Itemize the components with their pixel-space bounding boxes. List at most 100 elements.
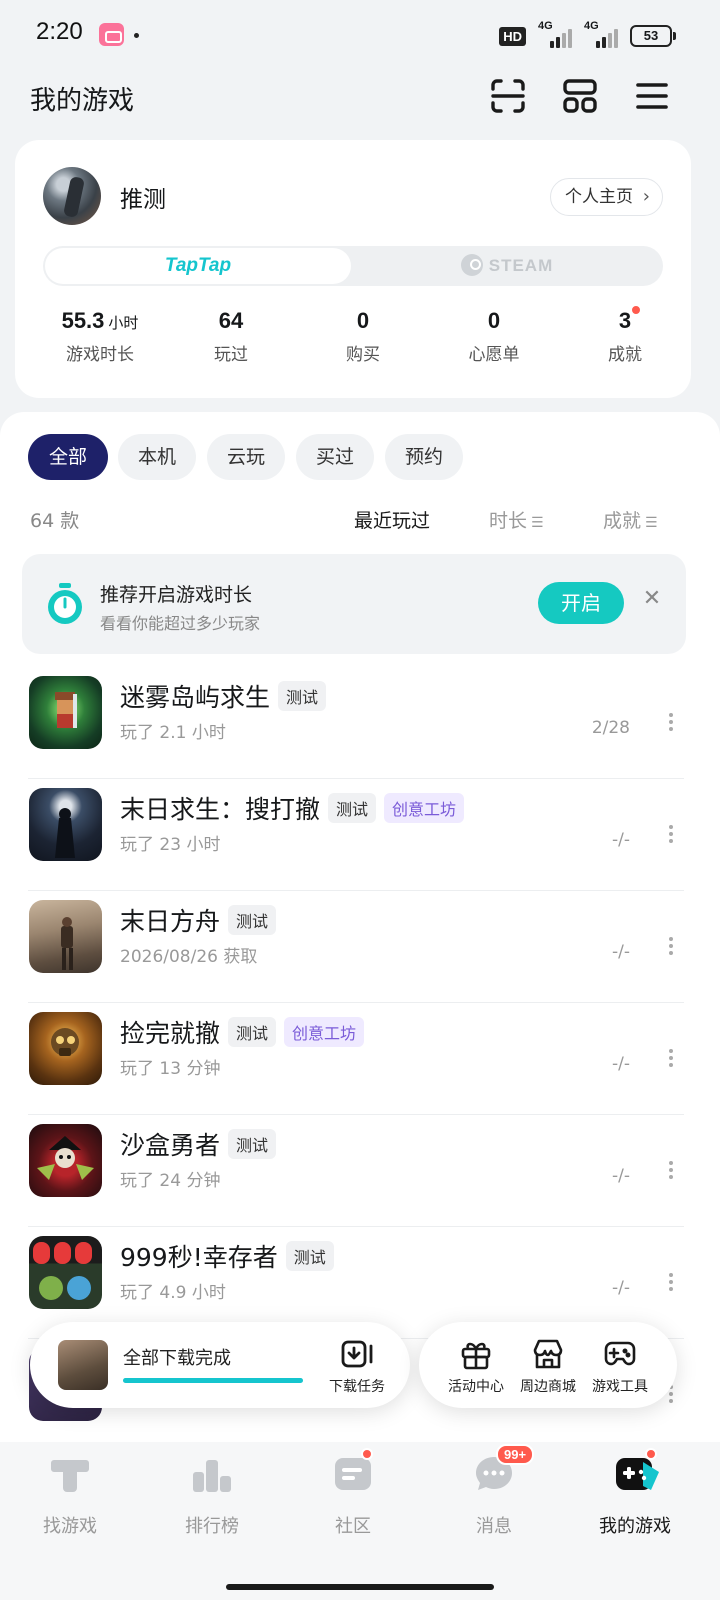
home-indicator[interactable] (226, 1584, 494, 1590)
stat-playtime[interactable]: 55.3 小时 游戏时长 (35, 308, 165, 365)
test-tag: 测试 (228, 1017, 277, 1047)
download-game-thumbnail (58, 1340, 108, 1390)
game-title: 迷雾岛屿求生 测试 (120, 678, 327, 714)
avatar[interactable] (43, 167, 101, 225)
my-games-icon (613, 1448, 659, 1496)
menu-icon[interactable] (632, 76, 672, 116)
platform-switch: TapTap STEAM (43, 246, 663, 286)
more-options-icon[interactable] (667, 1270, 675, 1294)
close-icon[interactable]: ✕ (637, 586, 667, 611)
more-options-icon[interactable] (667, 1046, 675, 1070)
game-icon (29, 1012, 102, 1085)
signal-1-icon: 4G (538, 20, 572, 48)
nav-messages[interactable]: 99+ 消息 (434, 1444, 554, 1538)
more-options-icon[interactable] (667, 710, 675, 734)
battery-icon: 53 (630, 25, 676, 47)
tab-taptap[interactable]: TapTap (45, 248, 351, 284)
game-title: 末日方舟 测试 (120, 902, 277, 938)
stat-value: 0 (356, 308, 370, 333)
filter-reserved[interactable]: 预约 (385, 434, 463, 480)
game-row[interactable]: 捡完就撤 测试 创意工坊 玩了 13 分钟 -/- (0, 1002, 720, 1115)
sort-icon: ☰ (531, 515, 544, 531)
stat-achievements[interactable]: 3 成就 (560, 304, 690, 365)
game-acquired-date: 2026/08/26 获取 (120, 947, 258, 967)
nav-community[interactable]: 社区 (293, 1448, 413, 1538)
game-row[interactable]: 迷雾岛屿求生 测试 玩了 2.1 小时 2/28 (0, 666, 720, 779)
game-name: 末日求生：搜打撤 (120, 795, 321, 824)
sort-achievement-label: 成就 (603, 510, 642, 532)
download-status-bar[interactable]: 全部下载完成 下载任务 (30, 1322, 410, 1408)
more-options-icon[interactable] (667, 1158, 675, 1182)
stat-label: 游戏时长 (66, 345, 134, 365)
game-name: 末日方舟 (120, 907, 221, 936)
game-title: 沙盒勇者 测试 (120, 1126, 277, 1162)
game-icon (29, 676, 102, 749)
layout-grid-icon[interactable] (560, 76, 600, 116)
stat-wishlist[interactable]: 0 心愿单 (429, 308, 559, 365)
banner-title: 推荐开启游戏时长 (100, 584, 253, 606)
filter-cloud[interactable]: 云玩 (207, 434, 285, 480)
game-row[interactable]: 末日方舟 测试 2026/08/26 获取 -/- (0, 890, 720, 1003)
tab-steam[interactable]: STEAM (353, 248, 661, 284)
game-tools-button[interactable]: 游戏工具 (585, 1338, 655, 1396)
game-playtime: 玩了 13 分钟 (120, 1059, 221, 1079)
download-tasks-button[interactable]: 下载任务 (322, 1338, 392, 1396)
sort-duration[interactable]: 时长 ☰ (489, 506, 544, 533)
stat-purchased[interactable]: 0 购买 (298, 308, 428, 365)
game-icon (29, 1124, 102, 1197)
stat-label: 购买 (346, 345, 380, 365)
achievement-red-dot (630, 304, 642, 316)
stat-unit: 小时 (108, 315, 139, 332)
homepage-button[interactable]: 个人主页 › (550, 178, 663, 216)
steam-icon (460, 254, 483, 276)
download-progress-bar (123, 1378, 303, 1383)
game-name: 迷雾岛屿求生 (120, 683, 271, 712)
homepage-label: 个人主页 (565, 187, 633, 207)
sort-achievement[interactable]: 成就 ☰ (603, 506, 658, 533)
game-name: 999秒!幸存者 (120, 1243, 278, 1272)
activity-center-button[interactable]: 活动中心 (441, 1338, 511, 1396)
filter-all[interactable]: 全部 (28, 434, 108, 480)
workshop-tag: 创意工坊 (284, 1017, 365, 1047)
nav-my-games[interactable]: 我的游戏 (575, 1448, 695, 1538)
game-row[interactable]: 沙盒勇者 测试 玩了 24 分钟 -/- (0, 1114, 720, 1227)
enable-button[interactable]: 开启 (538, 582, 624, 624)
filter-bought[interactable]: 买过 (296, 434, 374, 480)
store-icon (533, 1339, 563, 1369)
game-row[interactable]: 末日求生：搜打撤 测试 创意工坊 玩了 23 小时 -/- (0, 778, 720, 891)
sort-icon: ☰ (645, 515, 658, 531)
game-title: 末日求生：搜打撤 测试 创意工坊 (120, 790, 465, 826)
merch-store-label: 周边商城 (520, 1379, 576, 1395)
workshop-tag: 创意工坊 (384, 793, 465, 823)
nav-find-games[interactable]: 找游戏 (10, 1452, 130, 1538)
stat-value: 55.3 (61, 308, 105, 333)
more-options-icon[interactable] (667, 934, 675, 958)
game-count: 64 款 (30, 510, 80, 532)
test-tag: 测试 (228, 905, 277, 935)
stat-played[interactable]: 64 玩过 (166, 308, 296, 365)
scan-icon[interactable] (488, 76, 528, 116)
test-tag: 测试 (228, 1129, 277, 1159)
taptap-t-icon (48, 1452, 92, 1496)
merch-store-button[interactable]: 周边商城 (513, 1338, 583, 1396)
nav-label: 消息 (476, 1516, 512, 1537)
sort-duration-label: 时长 (489, 510, 528, 532)
game-icon (29, 1236, 102, 1309)
game-achievement-progress: -/- (612, 1166, 630, 1186)
signal-2-icon: 4G (584, 20, 618, 48)
nav-label: 排行榜 (185, 1516, 239, 1537)
filter-local[interactable]: 本机 (118, 434, 196, 480)
game-title: 999秒!幸存者 测试 (120, 1238, 334, 1274)
more-options-icon[interactable] (667, 822, 675, 846)
nav-label: 找游戏 (43, 1516, 97, 1537)
stat-label: 心愿单 (468, 345, 520, 365)
podium-icon (190, 1452, 234, 1496)
game-playtime: 玩了 24 分钟 (120, 1171, 221, 1191)
bilibili-notification-icon (99, 23, 124, 46)
download-progress-fill (123, 1378, 303, 1383)
chevron-right-icon: › (642, 186, 650, 207)
my-games-red-dot (645, 1448, 657, 1460)
game-achievement-progress: -/- (612, 830, 630, 850)
sort-recent[interactable]: 最近玩过 (354, 506, 430, 533)
nav-rankings[interactable]: 排行榜 (152, 1452, 272, 1538)
